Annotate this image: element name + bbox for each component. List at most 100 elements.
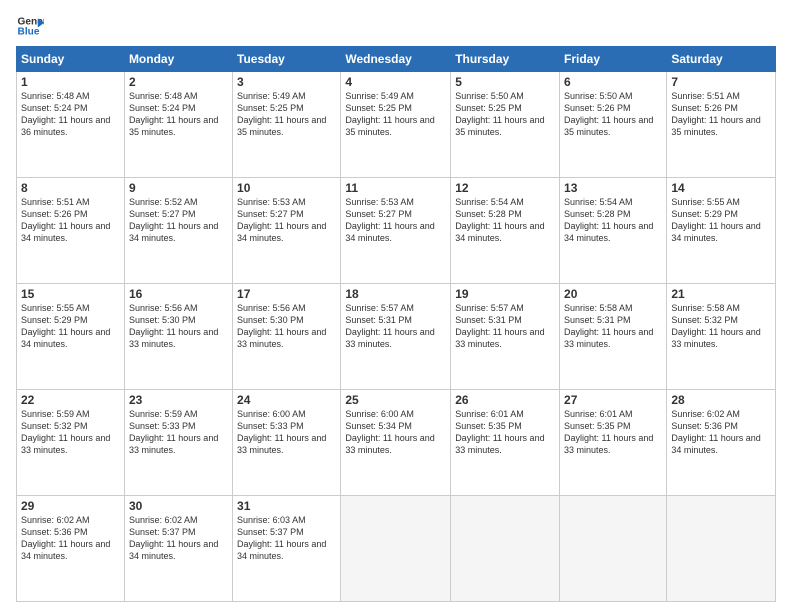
- day-cell: 4 Sunrise: 5:49 AMSunset: 5:25 PMDayligh…: [341, 72, 451, 178]
- calendar-header: SundayMondayTuesdayWednesdayThursdayFrid…: [17, 47, 776, 72]
- day-number: 30: [129, 499, 228, 513]
- day-info: Sunrise: 5:49 AMSunset: 5:25 PMDaylight:…: [237, 91, 326, 137]
- day-cell: 17 Sunrise: 5:56 AMSunset: 5:30 PMDaylig…: [233, 284, 341, 390]
- day-number: 26: [455, 393, 555, 407]
- day-number: 9: [129, 181, 228, 195]
- day-cell: [451, 496, 560, 602]
- day-info: Sunrise: 6:00 AMSunset: 5:33 PMDaylight:…: [237, 409, 326, 455]
- day-number: 19: [455, 287, 555, 301]
- week-row-4: 22 Sunrise: 5:59 AMSunset: 5:32 PMDaylig…: [17, 390, 776, 496]
- day-info: Sunrise: 5:54 AMSunset: 5:28 PMDaylight:…: [455, 197, 544, 243]
- day-info: Sunrise: 6:02 AMSunset: 5:37 PMDaylight:…: [129, 515, 218, 561]
- day-cell: 3 Sunrise: 5:49 AMSunset: 5:25 PMDayligh…: [233, 72, 341, 178]
- day-number: 12: [455, 181, 555, 195]
- header-cell-wednesday: Wednesday: [341, 47, 451, 72]
- day-info: Sunrise: 5:58 AMSunset: 5:31 PMDaylight:…: [564, 303, 653, 349]
- header-cell-friday: Friday: [560, 47, 667, 72]
- day-info: Sunrise: 5:49 AMSunset: 5:25 PMDaylight:…: [345, 91, 434, 137]
- day-info: Sunrise: 6:02 AMSunset: 5:36 PMDaylight:…: [671, 409, 760, 455]
- day-info: Sunrise: 5:59 AMSunset: 5:32 PMDaylight:…: [21, 409, 110, 455]
- day-info: Sunrise: 5:56 AMSunset: 5:30 PMDaylight:…: [237, 303, 326, 349]
- day-number: 16: [129, 287, 228, 301]
- day-cell: 5 Sunrise: 5:50 AMSunset: 5:25 PMDayligh…: [451, 72, 560, 178]
- week-row-5: 29 Sunrise: 6:02 AMSunset: 5:36 PMDaylig…: [17, 496, 776, 602]
- header-cell-thursday: Thursday: [451, 47, 560, 72]
- day-info: Sunrise: 6:03 AMSunset: 5:37 PMDaylight:…: [237, 515, 326, 561]
- day-number: 22: [21, 393, 120, 407]
- day-cell: 10 Sunrise: 5:53 AMSunset: 5:27 PMDaylig…: [233, 178, 341, 284]
- day-number: 21: [671, 287, 771, 301]
- day-cell: [560, 496, 667, 602]
- day-cell: 8 Sunrise: 5:51 AMSunset: 5:26 PMDayligh…: [17, 178, 125, 284]
- day-cell: [341, 496, 451, 602]
- day-cell: 27 Sunrise: 6:01 AMSunset: 5:35 PMDaylig…: [560, 390, 667, 496]
- day-cell: 18 Sunrise: 5:57 AMSunset: 5:31 PMDaylig…: [341, 284, 451, 390]
- calendar-page: General Blue SundayMondayTuesdayWednesda…: [0, 0, 792, 612]
- day-info: Sunrise: 5:50 AMSunset: 5:25 PMDaylight:…: [455, 91, 544, 137]
- day-cell: 25 Sunrise: 6:00 AMSunset: 5:34 PMDaylig…: [341, 390, 451, 496]
- week-row-3: 15 Sunrise: 5:55 AMSunset: 5:29 PMDaylig…: [17, 284, 776, 390]
- day-cell: 1 Sunrise: 5:48 AMSunset: 5:24 PMDayligh…: [17, 72, 125, 178]
- day-number: 31: [237, 499, 336, 513]
- day-info: Sunrise: 5:57 AMSunset: 5:31 PMDaylight:…: [455, 303, 544, 349]
- header-cell-tuesday: Tuesday: [233, 47, 341, 72]
- day-number: 15: [21, 287, 120, 301]
- day-cell: 24 Sunrise: 6:00 AMSunset: 5:33 PMDaylig…: [233, 390, 341, 496]
- week-row-1: 1 Sunrise: 5:48 AMSunset: 5:24 PMDayligh…: [17, 72, 776, 178]
- header: General Blue: [16, 12, 776, 40]
- day-info: Sunrise: 6:01 AMSunset: 5:35 PMDaylight:…: [564, 409, 653, 455]
- day-cell: 28 Sunrise: 6:02 AMSunset: 5:36 PMDaylig…: [667, 390, 776, 496]
- day-info: Sunrise: 5:50 AMSunset: 5:26 PMDaylight:…: [564, 91, 653, 137]
- day-number: 6: [564, 75, 662, 89]
- day-cell: 22 Sunrise: 5:59 AMSunset: 5:32 PMDaylig…: [17, 390, 125, 496]
- day-info: Sunrise: 6:00 AMSunset: 5:34 PMDaylight:…: [345, 409, 434, 455]
- day-number: 8: [21, 181, 120, 195]
- day-info: Sunrise: 5:48 AMSunset: 5:24 PMDaylight:…: [129, 91, 218, 137]
- day-info: Sunrise: 5:52 AMSunset: 5:27 PMDaylight:…: [129, 197, 218, 243]
- header-cell-saturday: Saturday: [667, 47, 776, 72]
- day-number: 13: [564, 181, 662, 195]
- day-info: Sunrise: 5:58 AMSunset: 5:32 PMDaylight:…: [671, 303, 760, 349]
- day-cell: 21 Sunrise: 5:58 AMSunset: 5:32 PMDaylig…: [667, 284, 776, 390]
- day-number: 1: [21, 75, 120, 89]
- day-cell: 20 Sunrise: 5:58 AMSunset: 5:31 PMDaylig…: [560, 284, 667, 390]
- day-info: Sunrise: 5:57 AMSunset: 5:31 PMDaylight:…: [345, 303, 434, 349]
- day-cell: 9 Sunrise: 5:52 AMSunset: 5:27 PMDayligh…: [124, 178, 232, 284]
- day-info: Sunrise: 5:53 AMSunset: 5:27 PMDaylight:…: [237, 197, 326, 243]
- day-info: Sunrise: 5:59 AMSunset: 5:33 PMDaylight:…: [129, 409, 218, 455]
- calendar-body: 1 Sunrise: 5:48 AMSunset: 5:24 PMDayligh…: [17, 72, 776, 602]
- day-cell: 31 Sunrise: 6:03 AMSunset: 5:37 PMDaylig…: [233, 496, 341, 602]
- day-info: Sunrise: 6:01 AMSunset: 5:35 PMDaylight:…: [455, 409, 544, 455]
- day-cell: 29 Sunrise: 6:02 AMSunset: 5:36 PMDaylig…: [17, 496, 125, 602]
- day-cell: 26 Sunrise: 6:01 AMSunset: 5:35 PMDaylig…: [451, 390, 560, 496]
- day-cell: 14 Sunrise: 5:55 AMSunset: 5:29 PMDaylig…: [667, 178, 776, 284]
- day-number: 14: [671, 181, 771, 195]
- day-info: Sunrise: 5:55 AMSunset: 5:29 PMDaylight:…: [21, 303, 110, 349]
- day-info: Sunrise: 5:54 AMSunset: 5:28 PMDaylight:…: [564, 197, 653, 243]
- day-number: 5: [455, 75, 555, 89]
- day-cell: 7 Sunrise: 5:51 AMSunset: 5:26 PMDayligh…: [667, 72, 776, 178]
- day-cell: 19 Sunrise: 5:57 AMSunset: 5:31 PMDaylig…: [451, 284, 560, 390]
- header-cell-monday: Monday: [124, 47, 232, 72]
- day-cell: 2 Sunrise: 5:48 AMSunset: 5:24 PMDayligh…: [124, 72, 232, 178]
- day-number: 2: [129, 75, 228, 89]
- day-info: Sunrise: 5:51 AMSunset: 5:26 PMDaylight:…: [21, 197, 110, 243]
- logo: General Blue: [16, 12, 44, 40]
- day-number: 3: [237, 75, 336, 89]
- week-row-2: 8 Sunrise: 5:51 AMSunset: 5:26 PMDayligh…: [17, 178, 776, 284]
- day-cell: 12 Sunrise: 5:54 AMSunset: 5:28 PMDaylig…: [451, 178, 560, 284]
- calendar-table: SundayMondayTuesdayWednesdayThursdayFrid…: [16, 46, 776, 602]
- day-number: 27: [564, 393, 662, 407]
- day-cell: 6 Sunrise: 5:50 AMSunset: 5:26 PMDayligh…: [560, 72, 667, 178]
- day-info: Sunrise: 5:53 AMSunset: 5:27 PMDaylight:…: [345, 197, 434, 243]
- day-number: 18: [345, 287, 446, 301]
- day-info: Sunrise: 6:02 AMSunset: 5:36 PMDaylight:…: [21, 515, 110, 561]
- day-cell: 16 Sunrise: 5:56 AMSunset: 5:30 PMDaylig…: [124, 284, 232, 390]
- day-cell: 30 Sunrise: 6:02 AMSunset: 5:37 PMDaylig…: [124, 496, 232, 602]
- day-info: Sunrise: 5:55 AMSunset: 5:29 PMDaylight:…: [671, 197, 760, 243]
- day-cell: 15 Sunrise: 5:55 AMSunset: 5:29 PMDaylig…: [17, 284, 125, 390]
- day-cell: [667, 496, 776, 602]
- day-number: 7: [671, 75, 771, 89]
- day-number: 17: [237, 287, 336, 301]
- day-info: Sunrise: 5:48 AMSunset: 5:24 PMDaylight:…: [21, 91, 110, 137]
